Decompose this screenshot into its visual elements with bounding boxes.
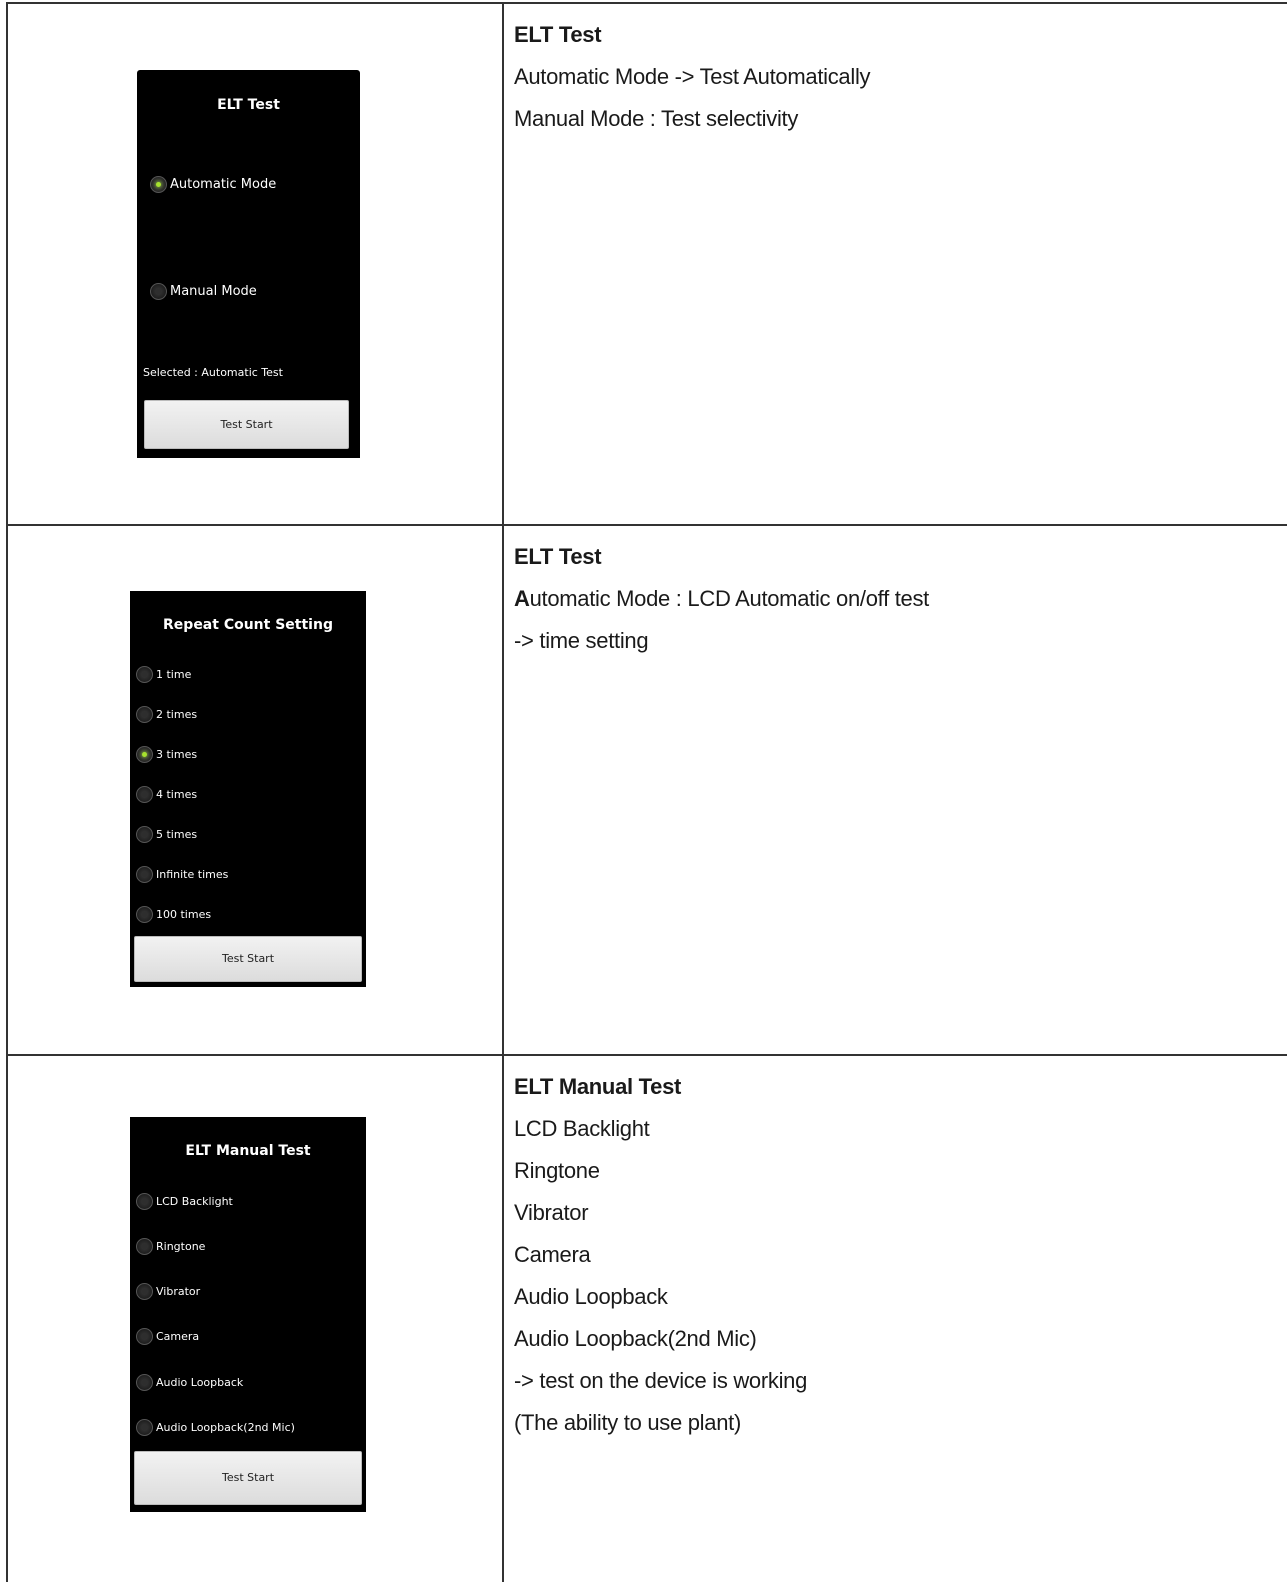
- radio-label: 1 time: [156, 668, 192, 681]
- description-line: -> time setting: [514, 628, 649, 653]
- selection-status: Selected : Automatic Test: [143, 366, 283, 379]
- description-rest: utomatic Mode : LCD Automatic on/off tes…: [529, 586, 930, 611]
- radio-label: Ringtone: [156, 1240, 206, 1253]
- radio-unchecked-icon: [136, 1374, 153, 1391]
- radio-label: Automatic Mode: [170, 177, 277, 192]
- radio-lcd-backlight[interactable]: LCD Backlight: [136, 1193, 233, 1210]
- radio-2-times[interactable]: 2 times: [136, 706, 197, 723]
- repeat-count-screen: Repeat Count Setting 1 time 2 times 3 ti…: [130, 591, 366, 987]
- description-line: -> test on the device is working: [514, 1368, 808, 1393]
- description-line: Audio Loopback: [514, 1284, 668, 1309]
- description-title: ELT Test: [514, 22, 602, 47]
- screen-title: ELT Manual Test: [185, 1143, 311, 1159]
- test-start-button[interactable]: Test Start: [144, 400, 349, 449]
- radio-camera[interactable]: Camera: [136, 1328, 199, 1345]
- radio-vibrator[interactable]: Vibrator: [136, 1283, 200, 1300]
- description-initial: A: [514, 586, 530, 611]
- radio-ringtone[interactable]: Ringtone: [136, 1238, 205, 1255]
- radio-checked-icon: [136, 746, 153, 763]
- radio-label: 3 times: [156, 748, 198, 761]
- radio-unchecked-icon: [136, 666, 153, 683]
- description-line: (The ability to use plant): [514, 1410, 741, 1435]
- radio-infinite-times[interactable]: Infinite times: [136, 866, 228, 883]
- description-line: Ringtone: [514, 1158, 600, 1183]
- radio-unchecked-icon: [136, 1419, 153, 1436]
- radio-label: 5 times: [156, 828, 198, 841]
- radio-unchecked-icon: [136, 826, 153, 843]
- description-title: ELT Manual Test: [514, 1074, 682, 1099]
- description-cell: ELT Test Automatic Mode -> Test Automati…: [506, 4, 1287, 524]
- radio-unchecked-icon: [136, 706, 153, 723]
- description-cell: ELT Manual Test LCD Backlight Ringtone V…: [506, 1056, 1287, 1582]
- description-line: LCD Backlight: [514, 1116, 650, 1141]
- test-start-button[interactable]: Test Start: [134, 936, 362, 982]
- radio-label: 2 times: [156, 708, 198, 721]
- radio-5-times[interactable]: 5 times: [136, 826, 197, 843]
- description-line: Audio Loopback(2nd Mic): [514, 1326, 757, 1351]
- radio-3-times[interactable]: 3 times: [136, 746, 197, 763]
- radio-unchecked-icon: [136, 786, 153, 803]
- radio-label: 100 times: [156, 908, 212, 921]
- radio-manual-mode[interactable]: Manual Mode: [150, 283, 257, 300]
- description-line: Camera: [514, 1242, 591, 1267]
- radio-unchecked-icon: [136, 906, 153, 923]
- description-line: Automatic Mode -> Test Automatically: [514, 64, 871, 89]
- radio-label: Audio Loopback(2nd Mic): [156, 1421, 295, 1434]
- radio-label: Camera: [156, 1330, 200, 1343]
- elt-test-screen: ELT Test Automatic Mode Manual Mode Sele…: [137, 70, 360, 458]
- radio-checked-icon: [150, 176, 167, 193]
- radio-label: Vibrator: [156, 1285, 201, 1298]
- radio-unchecked-icon: [136, 1193, 153, 1210]
- radio-4-times[interactable]: 4 times: [136, 786, 197, 803]
- radio-unchecked-icon: [136, 866, 153, 883]
- description-line: Automatic Mode : LCD Automatic on/off te…: [514, 578, 1287, 620]
- radio-unchecked-icon: [136, 1328, 153, 1345]
- radio-label: 4 times: [156, 788, 198, 801]
- test-start-button[interactable]: Test Start: [134, 1451, 362, 1505]
- radio-audio-loopback-2nd-mic[interactable]: Audio Loopback(2nd Mic): [136, 1419, 295, 1436]
- radio-automatic-mode[interactable]: Automatic Mode: [150, 176, 276, 193]
- description-cell: ELT Test Automatic Mode : LCD Automatic …: [506, 526, 1287, 1054]
- description-line: Vibrator: [514, 1200, 589, 1225]
- description-title: ELT Test: [514, 544, 602, 569]
- radio-label: Manual Mode: [170, 284, 257, 299]
- radio-1-time[interactable]: 1 time: [136, 666, 191, 683]
- radio-unchecked-icon: [150, 283, 167, 300]
- description-line: Manual Mode : Test selectivity: [514, 106, 799, 131]
- radio-label: LCD Backlight: [156, 1195, 233, 1208]
- elt-manual-test-screen: ELT Manual Test LCD Backlight Ringtone V…: [130, 1117, 366, 1512]
- radio-label: Audio Loopback: [156, 1376, 244, 1389]
- radio-audio-loopback[interactable]: Audio Loopback: [136, 1374, 243, 1391]
- radio-unchecked-icon: [136, 1238, 153, 1255]
- radio-100-times[interactable]: 100 times: [136, 906, 211, 923]
- screen-title: ELT Test: [217, 97, 280, 113]
- radio-unchecked-icon: [136, 1283, 153, 1300]
- screen-title: Repeat Count Setting: [163, 617, 333, 633]
- radio-label: Infinite times: [156, 868, 229, 881]
